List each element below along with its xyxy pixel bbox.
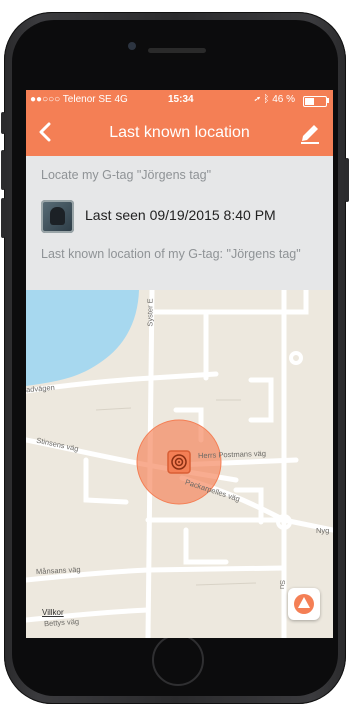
pencil-icon: [301, 125, 319, 144]
battery-icon: [303, 96, 327, 107]
battery-fill: [305, 98, 314, 105]
edit-button[interactable]: [297, 120, 323, 146]
road-cul-1: [183, 527, 229, 565]
road-loop: [248, 377, 274, 423]
location-services-icon: ➚: [254, 94, 261, 105]
status-bar: ●●○○○ Telenor SE 4G 15:34 ➚ ᛒ 46 %: [26, 90, 333, 110]
carrier-signal: ●●○○○ Telenor SE 4G: [30, 94, 128, 105]
home-button[interactable]: [152, 634, 204, 686]
street-label-syster: Syster E: [145, 298, 155, 327]
roundabout-1: [289, 351, 303, 365]
map-view[interactable]: advägen Syster E Stinsens väg Herrs Post…: [26, 290, 333, 638]
battery-tip: [327, 98, 329, 103]
last-known-location-text: Last known location of my G-tag: "Jörgen…: [41, 247, 301, 261]
locate-tag-text: Locate my G-tag "Jörgens tag": [41, 168, 212, 182]
last-seen-text: Last seen 09/19/2015 8:40 PM: [85, 207, 276, 223]
bluetooth-icon: ᛒ: [263, 94, 270, 105]
mute-switch: [1, 112, 5, 134]
street-label-right-vertical: Su: [278, 579, 288, 590]
front-camera: [128, 42, 136, 50]
road-cul-2: [83, 457, 129, 505]
tag-avatar: [41, 200, 74, 233]
earpiece-speaker: [148, 48, 206, 53]
status-time: 15:34: [168, 94, 194, 105]
lake: [26, 290, 139, 386]
volume-up-button: [1, 150, 5, 190]
navigation-bar: Last known location: [26, 110, 333, 156]
battery-percent: 46 %: [272, 94, 295, 105]
power-button: [345, 158, 349, 202]
status-right: ➚ ᛒ 46 %: [255, 90, 295, 110]
back-button[interactable]: [32, 118, 60, 146]
volume-down-button: [1, 198, 5, 238]
app-header: ●●○○○ Telenor SE 4G 15:34 ➚ ᛒ 46 % Last …: [26, 90, 333, 156]
page-title: Last known location: [109, 124, 250, 141]
street-label-nyg: Nyg: [316, 526, 330, 535]
chevron-left-icon: [39, 122, 51, 142]
app-screen: ●●○○○ Telenor SE 4G 15:34 ➚ ᛒ 46 % Last …: [26, 90, 333, 638]
navigation-arrow-icon: [298, 597, 310, 608]
locate-me-button[interactable]: [288, 588, 320, 620]
target-icon: [167, 450, 191, 474]
terms-link[interactable]: Villkor: [42, 608, 64, 617]
location-info-panel: Locate my G-tag "Jörgens tag" Last seen …: [26, 156, 333, 291]
